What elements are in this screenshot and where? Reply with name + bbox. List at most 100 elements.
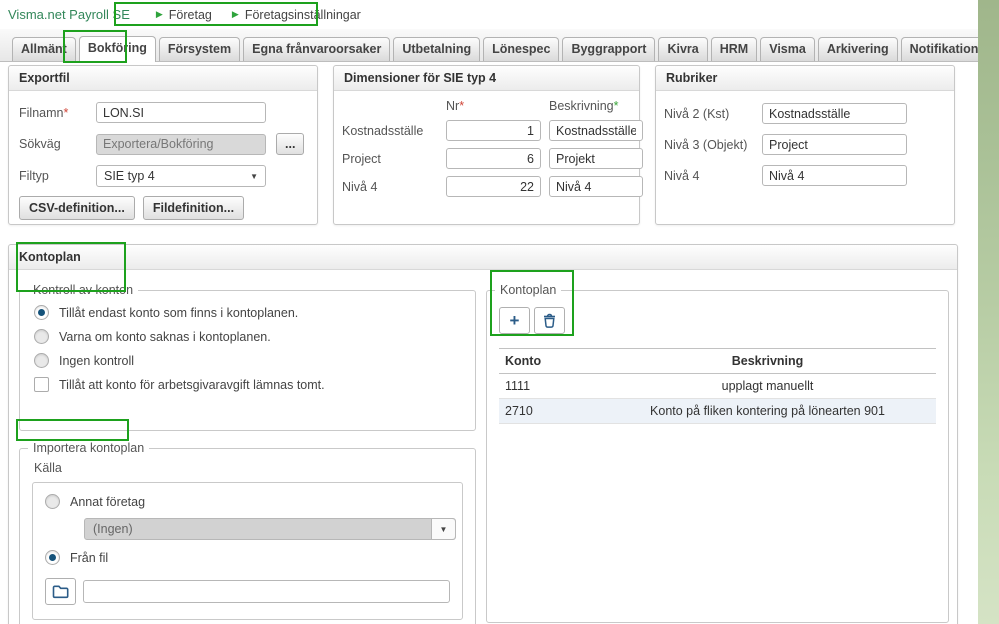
rubrik-row-label: Nivå 2 (Kst) (664, 106, 730, 121)
tab-allmant[interactable]: Allmänt (12, 37, 76, 61)
breadcrumb-item-foretag[interactable]: ▶ Företag (156, 8, 212, 22)
breadcrumb-label: Företag (168, 7, 212, 22)
checkbox-arbetsgivaravgift[interactable] (34, 377, 49, 392)
sokvag-browse-button[interactable]: ... (276, 133, 305, 155)
importera-legend: Importera kontoplan (28, 441, 150, 455)
file-path-input[interactable] (83, 580, 450, 603)
filtyp-label: Filtyp (19, 169, 49, 183)
dim-nr-input-niva4[interactable] (446, 176, 541, 197)
tab-lonespec[interactable]: Lönespec (483, 37, 560, 61)
cell-konto: 1111 (499, 373, 599, 399)
panel-rubriker-title: Rubriker (656, 66, 954, 91)
filnamn-label: Filnamn* (19, 105, 69, 120)
trash-icon (544, 313, 555, 328)
radio-label: Annat företag (70, 494, 146, 509)
radio-varna[interactable] (34, 329, 49, 344)
kontoplan-left-column: Kontroll av konton Tillåt endast konto s… (19, 283, 476, 624)
tab-visma[interactable]: Visma (760, 37, 815, 61)
kalla-label: Källa (34, 461, 62, 475)
app-title: Visma.net Payroll SE (8, 7, 130, 22)
breadcrumb: ▶ Företag ▶ Företagsinställningar (152, 8, 361, 22)
filnamn-input[interactable] (96, 102, 266, 123)
rubrik-niva3-input[interactable] (762, 134, 907, 155)
kontroll-legend: Kontroll av konton (28, 283, 139, 297)
add-konto-button[interactable]: + (499, 307, 530, 334)
dim-nr-input-project[interactable] (446, 148, 541, 169)
cell-beskrivning: upplagt manuellt (599, 373, 936, 399)
panel-kontoplan-title: Kontoplan (9, 245, 957, 270)
csv-definition-button[interactable]: CSV-definition... (19, 196, 135, 220)
cell-beskrivning: Konto på fliken kontering på lönearten 9… (599, 398, 936, 424)
panel-kontoplan: Kontoplan Kontroll av konton Tillåt enda… (8, 244, 958, 624)
breadcrumb-arrow-icon: ▶ (231, 9, 239, 19)
tab-forsystem[interactable]: Försystem (158, 37, 241, 61)
annat-foretag-select: (Ingen) ▼ (84, 518, 456, 540)
panel-exportfil-title: Exportfil (9, 66, 317, 91)
panel-dimensioner: Dimensioner för SIE typ 4 Nr* Beskrivnin… (333, 65, 643, 225)
radio-ingen-kontroll[interactable] (34, 353, 49, 368)
tab-egna-franvaroorsaker[interactable]: Egna frånvaroorsaker (243, 37, 391, 61)
tab-arkivering[interactable]: Arkivering (817, 37, 898, 61)
panel-exportfil: Exportfil Filnamn* Sökväg ... Filtyp SIE… (8, 65, 318, 225)
tab-bokforing[interactable]: Bokföring (78, 36, 156, 62)
filtyp-select[interactable]: SIE typ 4 ▼ (96, 165, 266, 187)
tab-kivra[interactable]: Kivra (658, 37, 708, 61)
radio-option-row: Från fil (45, 550, 450, 565)
tab-bar: Allmänt Bokföring Försystem Egna frånvar… (0, 29, 999, 62)
page: Visma.net Payroll SE ▶ Företag ▶ Företag… (0, 0, 999, 624)
radio-option-row: Tillåt endast konto som finns i kontopla… (34, 305, 461, 320)
col-beskrivning-header: Beskrivning* (549, 99, 619, 113)
radio-annat-foretag[interactable] (45, 494, 60, 509)
required-marker: * (613, 99, 619, 113)
table-row[interactable]: 2710 Konto på fliken kontering på lönear… (499, 398, 936, 424)
tab-utbetalning[interactable]: Utbetalning (393, 37, 481, 61)
radio-option-row: Varna om konto saknas i kontoplanen. (34, 329, 461, 344)
kontoplan-lista-legend: Kontoplan (495, 283, 562, 297)
radio-tillat-endast[interactable] (34, 305, 49, 320)
dim-beskrivning-input-project[interactable] (549, 148, 643, 169)
breadcrumb-item-foretagsinstallningar[interactable]: ▶ Företagsinställningar (232, 8, 361, 22)
delete-konto-button[interactable] (534, 307, 565, 334)
dim-row-label: Project (342, 151, 381, 166)
dim-beskrivning-input-kostnadsstalle[interactable] (549, 120, 643, 141)
fieldset-kontoplan-lista: Kontoplan + Konto Beskrivning 1111 uppla… (486, 283, 949, 623)
rubrik-row-label: Nivå 4 (664, 168, 700, 183)
dim-nr-input-kostnadsstalle[interactable] (446, 120, 541, 141)
dim-row-label: Nivå 4 (342, 179, 378, 194)
fildefinition-button[interactable]: Fildefinition... (142, 196, 245, 220)
breadcrumb-label: Företagsinställningar (244, 7, 361, 22)
radio-label: Från fil (70, 550, 109, 565)
tab-byggrapport[interactable]: Byggrapport (562, 37, 656, 61)
radio-option-row: Ingen kontroll (34, 353, 461, 368)
table-header-row: Konto Beskrivning (499, 348, 936, 374)
filtyp-value: SIE typ 4 (104, 169, 155, 183)
rubrik-row-label: Nivå 3 (Objekt) (664, 137, 748, 152)
radio-option-row: Annat företag (45, 494, 450, 509)
annat-foretag-value: (Ingen) (93, 522, 133, 536)
checkbox-row: Tillåt att konto för arbetsgivaravgift l… (34, 377, 461, 392)
sokvag-label: Sökväg (19, 137, 61, 151)
rubrik-niva2-input[interactable] (762, 103, 907, 124)
dim-row-label: Kostnadsställe (342, 123, 424, 138)
tab-hrm[interactable]: HRM (710, 37, 758, 61)
fieldset-kontroll-av-konton: Kontroll av konton Tillåt endast konto s… (19, 283, 476, 431)
fieldset-importera-kontoplan: Importera kontoplan Källa Annat företag … (19, 441, 476, 624)
folder-icon (52, 585, 69, 599)
radio-label: Ingen kontroll (59, 353, 135, 368)
browse-file-button[interactable] (45, 578, 76, 605)
panel-rubriker: Rubriker Nivå 2 (Kst) Nivå 3 (Objekt) Ni… (655, 65, 955, 225)
chevron-down-icon: ▼ (250, 171, 258, 181)
breadcrumb-arrow-icon: ▶ (155, 9, 163, 19)
kontoplan-lista-toolbar: + (499, 307, 936, 334)
dim-beskrivning-input-niva4[interactable] (549, 176, 643, 197)
table-row[interactable]: 1111 upplagt manuellt (499, 373, 936, 399)
radio-label: Tillåt endast konto som finns i kontopla… (59, 305, 299, 320)
col-header-beskrivning: Beskrivning (599, 348, 936, 374)
radio-fran-fil[interactable] (45, 550, 60, 565)
required-marker: * (459, 99, 465, 113)
kontoplan-table: Konto Beskrivning 1111 upplagt manuellt … (499, 348, 936, 424)
top-panels-row: Exportfil Filnamn* Sökväg ... Filtyp SIE… (8, 65, 970, 225)
plus-icon: + (509, 311, 520, 330)
rubrik-niva4-input[interactable] (762, 165, 907, 186)
cell-konto: 2710 (499, 398, 599, 424)
